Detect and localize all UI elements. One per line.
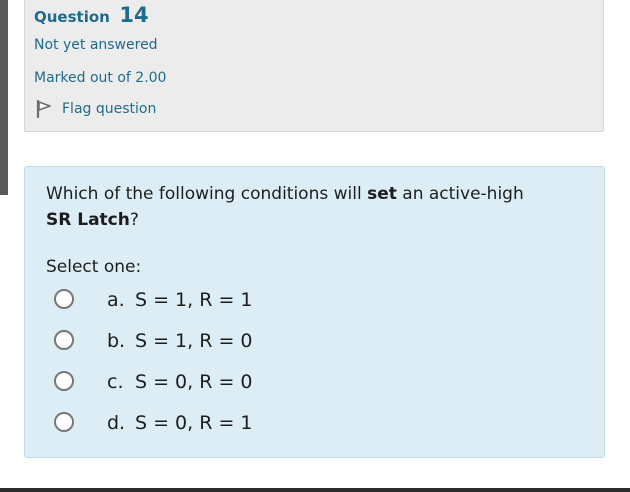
left-edge-bar xyxy=(0,0,8,195)
option-letter-a: a. xyxy=(107,289,125,311)
flag-question-label: Flag question xyxy=(62,101,157,117)
option-letter-d: d. xyxy=(107,412,126,434)
radio-button-a[interactable] xyxy=(54,289,74,309)
option-letter-c: c. xyxy=(107,371,124,393)
question-state: Not yet answered xyxy=(34,37,158,53)
question-label: Question xyxy=(34,8,110,26)
question-text-start: Which of the following conditions will xyxy=(46,184,368,204)
question-number: 14 xyxy=(119,3,149,27)
radio-button-b[interactable] xyxy=(54,330,74,350)
radio-button-c[interactable] xyxy=(54,371,74,391)
bottom-rule xyxy=(0,488,630,492)
question-heading: Question 14 xyxy=(34,3,149,27)
question-content-panel: Which of the following conditions will s… xyxy=(24,166,605,458)
option-text-b: S = 1, R = 0 xyxy=(135,330,253,352)
question-text-end: ? xyxy=(129,210,139,230)
option-text-a: S = 1, R = 1 xyxy=(135,289,253,311)
option-text-c: S = 0, R = 0 xyxy=(135,371,253,393)
question-text: Which of the following conditions will s… xyxy=(46,181,586,233)
flag-question-link[interactable]: Flag question xyxy=(35,100,156,118)
radio-button-d[interactable] xyxy=(54,412,74,432)
option-text-d: S = 0, R = 1 xyxy=(135,412,253,434)
question-info-panel: Question 14 Not yet answered Marked out … xyxy=(24,0,604,132)
question-text-emphasis-sr-latch: SR Latch xyxy=(46,210,130,230)
flag-icon xyxy=(35,100,62,118)
option-letter-b: b. xyxy=(107,330,126,352)
question-text-emphasis-set: set xyxy=(367,184,397,204)
question-grade: Marked out of 2.00 xyxy=(34,70,167,86)
question-text-middle: an active-high xyxy=(396,184,524,204)
select-one-prompt: Select one: xyxy=(46,257,142,277)
